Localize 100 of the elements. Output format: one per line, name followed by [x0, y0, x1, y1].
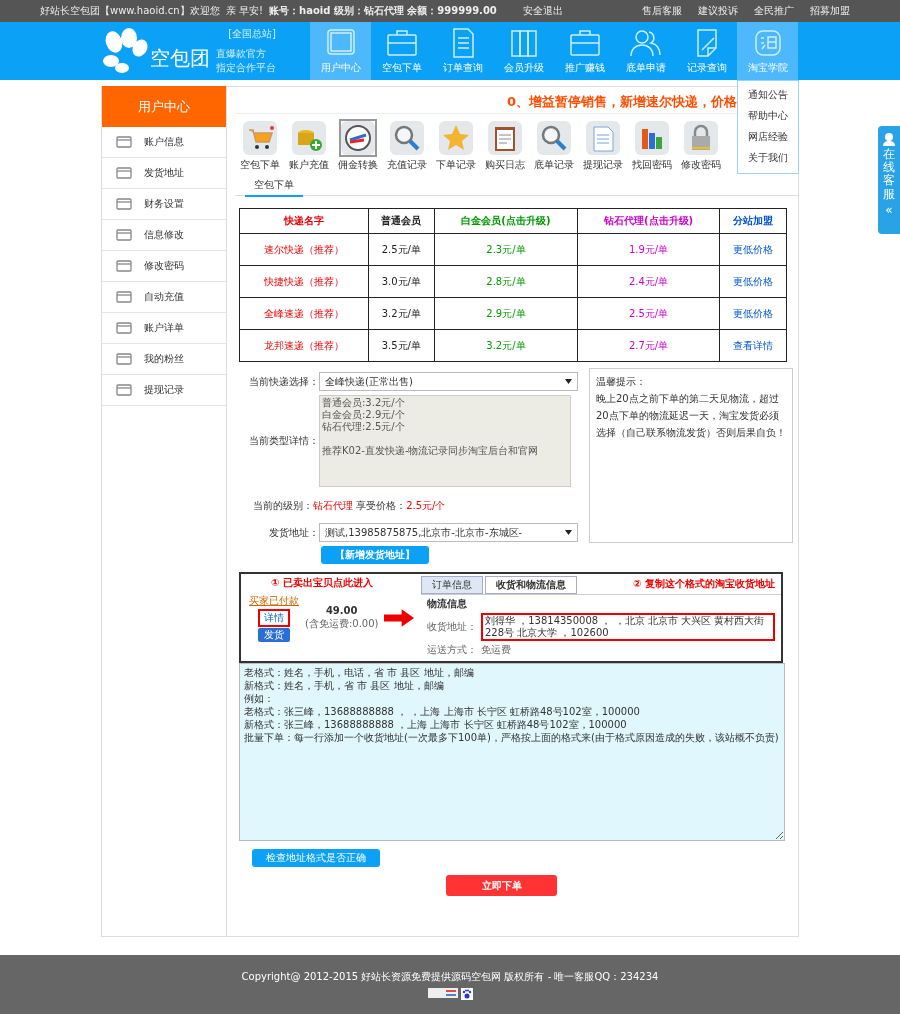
- document-icon: [585, 121, 620, 155]
- field-label: 收货地址：: [427, 620, 477, 634]
- table-cell: 快捷快递（推荐）: [239, 265, 368, 298]
- flower-logo-icon: [102, 28, 148, 74]
- toolbar-button[interactable]: 佣金转换: [333, 119, 382, 172]
- toolbar-button[interactable]: 账户充值: [284, 119, 333, 172]
- menu-item[interactable]: 帮助中心: [738, 106, 798, 127]
- toolbar-button[interactable]: 底单记录: [529, 119, 578, 172]
- card-icon: [116, 290, 132, 304]
- greeting-text: 好站长空包团【www.haoid.cn】欢迎您 亲 早安!: [40, 4, 264, 18]
- table-cell: 3.2元/单: [434, 329, 578, 362]
- table-cell: 2.8元/单: [434, 265, 578, 298]
- widget-chevron: «: [885, 202, 893, 217]
- field-label: 发货地址：: [268, 525, 319, 540]
- table-cell[interactable]: 查看详情: [719, 329, 787, 362]
- toolbar-button[interactable]: 找回密码: [627, 119, 676, 172]
- sidebar-item[interactable]: 我的粉丝: [102, 344, 226, 375]
- logo-tag: [全国总站]: [228, 27, 276, 41]
- table-cell[interactable]: 更低价格: [719, 265, 787, 298]
- card-icon: [116, 228, 132, 242]
- table-cell: 龙邦速递（推荐）: [239, 329, 368, 362]
- magnifier-icon: [389, 121, 424, 155]
- sidebar-title: 用户中心: [102, 86, 226, 127]
- slogan-text: 指定合作平台: [216, 61, 276, 75]
- shipping-note: (含免运费:0.00): [305, 617, 379, 631]
- table-cell: 2.3元/单: [434, 233, 578, 266]
- briefcase-icon: [567, 27, 602, 58]
- toolbar-button[interactable]: 提现记录: [578, 119, 627, 172]
- table-cell: 1.9元/单: [577, 233, 720, 266]
- menu-item[interactable]: 网店经验: [738, 127, 798, 148]
- sidebar-item[interactable]: 财务设置: [102, 189, 226, 220]
- submit-order-button[interactable]: 立即下单: [446, 875, 557, 896]
- section-tab[interactable]: 空包下单: [245, 178, 303, 197]
- cart-icon: [242, 121, 277, 155]
- courier-select[interactable]: 全峰快递(正常出售): [319, 372, 578, 391]
- step-annotation: ① 已卖出宝贝点此进入: [270, 576, 374, 590]
- address-select[interactable]: 测试,13985875875,北京市-北京市-东城区-: [319, 523, 578, 542]
- toolbar-button[interactable]: 修改密码: [676, 119, 725, 172]
- menu-item[interactable]: 关于我们: [738, 148, 798, 169]
- table-cell: 2.9元/单: [434, 297, 578, 330]
- clipboard-icon: [487, 121, 522, 155]
- coins-icon: [291, 121, 326, 155]
- top-link[interactable]: 建议投诉: [698, 4, 738, 18]
- dropdown-arrow-icon: [565, 530, 572, 535]
- bar-chart-icon: [634, 121, 669, 155]
- batch-address-textarea[interactable]: 老格式：姓名，手机，电话，省 市 县区 地址，邮编 新格式：姓名，手机，省 市 县区 地址，邮编 例如： 老格式：张三峰，13688888888 ， ，上海 上海市 长宁区 虹桥路48号102室，100000 新格式：张三峰，13688888888 ，上海 上海市 长宁区 虹桥路48号102室，100000 批量下单：每一行添加一个收货地址(一次最多下100单)，严格按上面的格式来(由于格式原因造成的失败，该站概不负责): [239, 663, 785, 841]
- card-icon: [116, 166, 132, 180]
- table-cell: 速尔快递（推荐）: [239, 233, 368, 266]
- level-text: 当前的级别：钻石代理 享受价格：2.5元/个: [253, 499, 446, 513]
- table-cell: 2.4元/单: [577, 265, 720, 298]
- slogan-text: 直爆款官方: [216, 47, 267, 61]
- sidebar-item[interactable]: 发货地址: [102, 158, 226, 189]
- column-header: 快递名字: [239, 208, 368, 234]
- table-cell: 3.0元/单: [368, 265, 435, 298]
- sidebar-item[interactable]: 账户详单: [102, 313, 226, 344]
- widget-label: 在线客服: [883, 148, 895, 201]
- address-text: 刘得华 ，13814350008 ， ，北京 北京市 大兴区 黄村西大街228号 北京大学 ，102600: [481, 613, 775, 641]
- price-text: 49.00: [325, 605, 358, 616]
- step-annotation: ② 复制这个格式的淘宝收货地址: [633, 577, 775, 591]
- card-icon: [116, 321, 132, 335]
- arrow-icon: [384, 609, 415, 627]
- logout-link[interactable]: 安全退出: [522, 4, 563, 18]
- sidebar-item[interactable]: 账户信息: [102, 127, 226, 158]
- briefcase-icon: [384, 27, 419, 58]
- column-header: 普通会员: [368, 208, 435, 234]
- card-icon: [116, 383, 132, 397]
- table-cell: 全峰速递（推荐）: [239, 297, 368, 330]
- detail-textarea[interactable]: 普通会员:3.2元/个 白金会员:2.9元/个 钻石代理:2.5元/个 推荐K02-直发快递-物流记录同步淘宝后台和官网: [319, 395, 571, 487]
- logo-name: 空包团: [150, 44, 210, 72]
- toolbar-button[interactable]: 空包下单: [235, 119, 284, 172]
- tips-text: 晚上20点之前下单的第二天见物流，超过20点下单的物流延迟一天，淘宝发货必须选择（自己联系物流发货）否则后果自负！: [596, 392, 786, 440]
- table-cell: 2.5元/单: [577, 297, 720, 330]
- top-link[interactable]: 售后客服: [642, 4, 682, 18]
- field-label: 当前类型详情：: [248, 434, 319, 448]
- paw-icon: [460, 987, 473, 1000]
- people-icon: [628, 27, 663, 58]
- top-link[interactable]: 全民推广: [754, 4, 794, 18]
- sidebar-item[interactable]: 提现记录: [102, 375, 226, 406]
- dropdown-arrow-icon: [565, 379, 572, 384]
- field-label: 当前快递选择：: [248, 374, 319, 389]
- table-cell[interactable]: 更低价格: [719, 233, 787, 266]
- top-link[interactable]: 招募加盟: [810, 4, 850, 18]
- sidebar-item[interactable]: 自动充值: [102, 282, 226, 313]
- column-header: 钻石代理(点击升级): [577, 208, 720, 234]
- account-info: 账号：haoid 级别：钻石代理 余额：999999.00: [269, 4, 497, 18]
- sidebar-item[interactable]: 信息修改: [102, 220, 226, 251]
- sidebar-item[interactable]: 修改密码: [102, 251, 226, 282]
- toolbar-button[interactable]: 充值记录: [382, 119, 431, 172]
- card-icon: [116, 352, 132, 366]
- column-header: 白金会员(点击升级): [434, 208, 578, 234]
- toolbar-button[interactable]: 下单记录: [431, 119, 480, 172]
- magnifier-icon: [536, 121, 571, 155]
- stats-badge-icon: [427, 987, 458, 998]
- table-cell: 3.2元/单: [368, 297, 435, 330]
- field-label: 运送方式：: [427, 643, 477, 657]
- table-cell[interactable]: 更低价格: [719, 297, 787, 330]
- person-icon: [882, 132, 896, 146]
- menu-item[interactable]: 通知公告: [738, 85, 798, 106]
- tips-title: 温馨提示：: [596, 375, 647, 389]
- toolbar-button[interactable]: 购买日志: [480, 119, 529, 172]
